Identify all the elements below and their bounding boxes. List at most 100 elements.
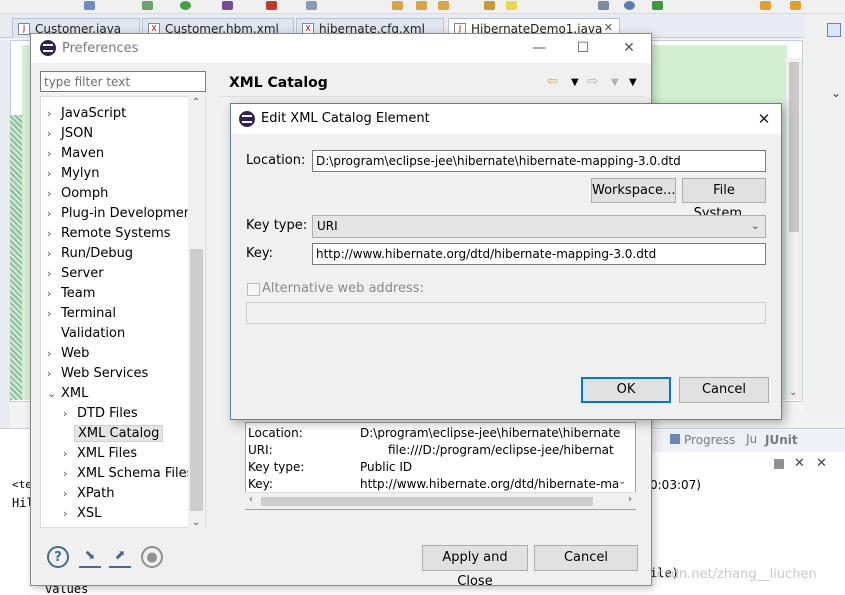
lower-view-tabs: Progress Ju JUnit <box>650 430 845 452</box>
chevron-down-icon[interactable]: ▼ <box>611 77 619 88</box>
tree-item-label: XPath <box>77 486 115 501</box>
ok-button[interactable]: OK <box>581 377 671 403</box>
toolbar-external-tools-icon[interactable] <box>266 1 277 10</box>
tree-item-label: Team <box>61 286 96 301</box>
back-arrow-icon[interactable]: ⇦ <box>547 74 558 89</box>
toolbar-save-icon[interactable] <box>84 1 95 10</box>
toolbar-debug-icon[interactable] <box>142 1 153 10</box>
toolbar-globe-icon[interactable] <box>624 1 635 10</box>
record-icon[interactable]: ● <box>141 546 163 568</box>
page-title: XML Catalog <box>229 75 328 91</box>
location-label: Location: <box>246 153 306 168</box>
tree-item-label: Web Services <box>61 366 149 381</box>
scrollbar-thumb[interactable] <box>789 62 799 232</box>
tree-item-label: Web <box>61 346 90 361</box>
toolbar-back-icon[interactable] <box>760 1 771 10</box>
toolbar-step-icon[interactable] <box>652 1 663 10</box>
eclipse-icon <box>239 111 255 127</box>
progress-icon <box>670 434 680 444</box>
close-icon[interactable]: ✕ <box>751 108 777 130</box>
cancel-button[interactable]: Cancel <box>534 545 638 571</box>
chevron-down-icon[interactable]: ⌄ <box>789 387 797 398</box>
detail-value: http://www.hibernate.org/dtd/hibernate-m… <box>360 477 620 491</box>
java-file-icon: J <box>18 23 30 35</box>
tree-item-label: Mylyn <box>61 166 100 181</box>
edit-dialog-title: Edit XML Catalog Element <box>261 111 430 126</box>
toolbar-open-folder-icon[interactable] <box>392 1 403 10</box>
key-input[interactable] <box>312 243 766 265</box>
edit-xml-catalog-element-dialog: Edit XML Catalog Element ✕ Location: Wor… <box>230 103 782 420</box>
toolbar-new-icon[interactable] <box>306 1 317 10</box>
filter-input[interactable] <box>40 71 206 92</box>
detail-label: Location: <box>248 426 303 440</box>
alternative-web-address-checkbox[interactable] <box>247 283 260 296</box>
scrollbar-thumb[interactable] <box>190 249 203 511</box>
page-header: XML Catalog ⇦ ▼ ⇨ ▼ ▼ <box>219 71 645 95</box>
preferences-titlebar: Preferences — ☐ ✕ <box>31 34 651 63</box>
chevron-down-icon[interactable]: ▼ <box>571 77 579 88</box>
maximize-icon[interactable]: ☐ <box>561 36 605 60</box>
tree-item-label: JSON <box>61 126 94 141</box>
apply-and-close-button[interactable]: Apply and Close <box>422 545 528 589</box>
chevron-down-icon[interactable]: ⌄ <box>618 476 626 487</box>
preferences-tree: › JavaScript › JSON › Maven › Mylyn › Oomph › Plug-… <box>40 96 206 528</box>
minimize-icon[interactable]: — <box>517 36 561 60</box>
detail-value: D:\program\eclipse-jee\hibernate\hiberna… <box>360 426 621 440</box>
chevron-down-icon[interactable]: ⌄ <box>831 86 841 100</box>
tree-item-label: DTD Files <box>77 406 138 421</box>
editor-line-gutter <box>10 115 22 400</box>
file-system-button[interactable]: File System... <box>682 178 766 221</box>
editor-scrollbar[interactable]: ⌄ <box>786 58 802 400</box>
tree-item-label: Run/Debug <box>61 246 134 261</box>
chevron-left-icon[interactable]: ‹ <box>249 494 253 505</box>
toolbar-forward-icon[interactable] <box>790 1 801 10</box>
chevron-up-icon[interactable]: ⌃ <box>192 97 200 108</box>
details-horizontal-scrollbar[interactable]: ‹ › <box>245 492 636 509</box>
forward-arrow-icon[interactable]: ⇨ <box>587 74 598 89</box>
chevron-down-icon: ⌄ <box>750 219 760 232</box>
detail-value: file:///D:/program/eclipse-jee/hibernat <box>388 443 614 457</box>
outline-view-icon[interactable] <box>827 23 841 37</box>
import-icon[interactable]: ⬊ <box>79 546 101 568</box>
toolbar-highlight-icon[interactable] <box>506 1 517 10</box>
page-separator <box>219 96 645 97</box>
toolbar-run-icon[interactable] <box>180 1 191 10</box>
console-toolbar: ✕ ✕ <box>772 456 842 474</box>
tree-item-label: Oomph <box>61 186 109 201</box>
cancel-button[interactable]: Cancel <box>679 377 769 403</box>
help-icon[interactable]: ? <box>47 546 69 568</box>
toolbar-open-type-icon[interactable] <box>416 1 427 10</box>
key-type-value: URI <box>317 219 338 233</box>
toolbar-marker-icon[interactable] <box>484 1 495 10</box>
toolbar-pause-icon[interactable] <box>598 1 609 10</box>
left-trim <box>0 40 10 430</box>
view-menu-icon[interactable]: ▼ <box>629 77 637 88</box>
console-line: 0:03:07) <box>650 478 701 492</box>
remove-all-icon[interactable]: ✕ <box>816 456 827 471</box>
tab-junit[interactable]: JUnit <box>765 433 798 447</box>
tree-scrollbar[interactable]: ⌃ ⌄ <box>188 96 205 528</box>
right-trim: ⌄ <box>805 14 845 414</box>
key-type-label: Key type: <box>246 218 308 233</box>
tree-item-label: Validation <box>61 326 126 341</box>
close-icon[interactable]: ✕ <box>607 36 651 60</box>
detail-value: Public ID <box>360 460 413 474</box>
terminate-icon[interactable] <box>774 459 784 469</box>
alternative-web-address-label: Alternative web address: <box>262 281 424 296</box>
chevron-down-icon[interactable]: ⌄ <box>192 517 200 528</box>
tab-progress[interactable]: Progress <box>684 433 735 447</box>
tree-item-label: Plug-in Development <box>61 206 198 221</box>
detail-label: Key: <box>248 477 273 491</box>
remove-launch-icon[interactable]: ✕ <box>794 456 805 471</box>
chevron-right-icon[interactable]: › <box>628 494 632 505</box>
toolbar-search-icon[interactable] <box>438 1 449 10</box>
alternative-web-address-input <box>246 302 766 324</box>
toolbar-server-icon[interactable] <box>222 1 233 10</box>
scrollbar-thumb[interactable] <box>261 497 593 506</box>
export-icon[interactable]: ⬈ <box>109 546 131 568</box>
workspace-button[interactable]: Workspace... <box>591 178 676 203</box>
tree-item-label: XML Catalog <box>74 425 164 442</box>
preferences-bottom-icons: ? ⬊ ⬈ ● <box>47 546 177 570</box>
key-type-select[interactable]: URI ⌄ <box>312 215 766 238</box>
location-input[interactable] <box>312 150 766 172</box>
